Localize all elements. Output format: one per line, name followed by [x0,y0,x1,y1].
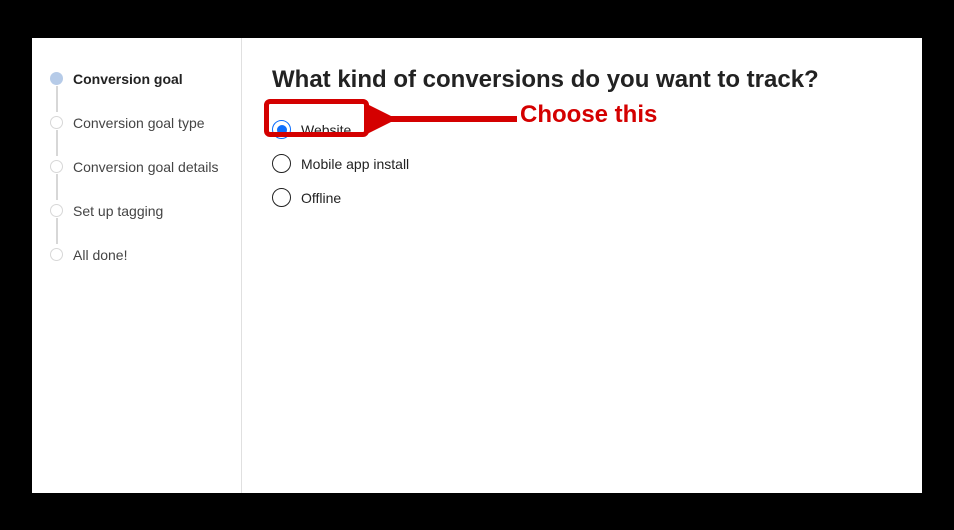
step-label: Set up tagging [73,203,163,219]
radio-option-offline[interactable]: Offline [272,186,892,210]
setup-wizard-window: Conversion goal Conversion goal type Con… [32,38,922,493]
step-connector [56,174,58,200]
step-bullet-icon [50,204,63,217]
step-connector [56,218,58,244]
step-label: Conversion goal [73,71,183,87]
step-connector [56,86,58,112]
step-label: Conversion goal type [73,115,205,131]
radio-option-website[interactable]: Website [272,118,892,142]
step-bullet-icon [50,116,63,129]
main-content: What kind of conversions do you want to … [242,38,922,493]
radio-label: Offline [301,190,341,206]
step-all-done[interactable]: All done! [50,244,241,266]
step-connector [56,130,58,156]
step-bullet-icon [50,248,63,261]
step-bullet-active-icon [50,72,63,85]
step-conversion-goal[interactable]: Conversion goal [50,68,241,90]
radio-button-selected-icon [272,120,291,139]
steps-sidebar: Conversion goal Conversion goal type Con… [32,38,242,493]
step-set-up-tagging[interactable]: Set up tagging [50,200,241,222]
step-conversion-goal-type[interactable]: Conversion goal type [50,112,241,134]
step-conversion-goal-details[interactable]: Conversion goal details [50,156,241,178]
radio-label: Mobile app install [301,156,409,172]
page-heading: What kind of conversions do you want to … [272,66,892,94]
radio-button-icon [272,188,291,207]
radio-label: Website [301,122,351,138]
step-bullet-icon [50,160,63,173]
radio-button-icon [272,154,291,173]
radio-option-mobile-app-install[interactable]: Mobile app install [272,152,892,176]
step-label: Conversion goal details [73,159,219,175]
step-label: All done! [73,247,127,263]
